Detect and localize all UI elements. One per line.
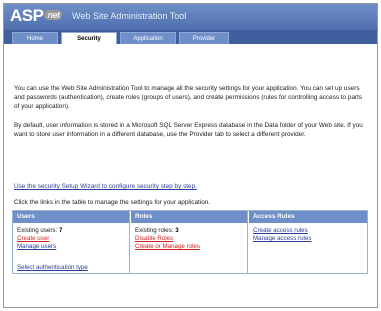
tab-bar: Home Security Application Provider [4, 30, 377, 44]
security-wizard-link[interactable]: Use the security Setup Wizard to configu… [14, 183, 197, 190]
access-rules-column: Access Rules Create access rules Manage … [249, 211, 367, 273]
existing-users: Existing users: 7 [13, 227, 129, 235]
create-user-link[interactable]: Create user [17, 235, 49, 242]
tab-home[interactable]: Home [12, 32, 58, 44]
roles-header: Roles [131, 211, 247, 223]
manage-users-link[interactable]: Manage users [17, 243, 56, 250]
intro-text: You can use the Web Site Administration … [14, 84, 366, 149]
create-manage-roles-link[interactable]: Create or Manage roles [135, 243, 200, 250]
create-access-rules-link[interactable]: Create access rules [253, 227, 308, 234]
logo-badge: net [44, 10, 63, 20]
existing-roles-label: Existing roles: [135, 227, 174, 234]
tab-provider[interactable]: Provider [179, 32, 229, 44]
app-header: ASP net Web Site Administration Tool [4, 4, 377, 30]
users-column: Users Existing users: 7 Create user Mana… [13, 211, 130, 273]
manage-access-rules-link[interactable]: Manage access rules [253, 235, 311, 242]
management-table: Users Existing users: 7 Create user Mana… [12, 210, 368, 274]
roles-column: Roles Existing roles: 3 Disable Roles Cr… [131, 211, 248, 273]
asp-net-logo: ASP net [10, 6, 63, 26]
logo-text: ASP [10, 6, 44, 25]
existing-users-count: 7 [58, 227, 63, 234]
select-auth-type-link[interactable]: Select authentication type [17, 264, 88, 271]
existing-roles: Existing roles: 3 [131, 227, 247, 235]
existing-roles-count: 3 [175, 227, 179, 234]
existing-users-label: Existing users: [17, 227, 58, 234]
intro-paragraph-storage: By default, user information is stored i… [14, 122, 363, 138]
tab-security[interactable]: Security [61, 32, 117, 44]
intro-paragraph-security: You can use the Web Site Administration … [14, 85, 363, 110]
instruction-text: Click the links in the table to manage t… [14, 199, 211, 206]
users-header: Users [13, 211, 129, 223]
app-title: Web Site Administration Tool [72, 11, 187, 21]
access-rules-header: Access Rules [249, 211, 367, 223]
disable-roles-link[interactable]: Disable Roles [135, 235, 173, 242]
tab-application[interactable]: Application [120, 32, 176, 44]
